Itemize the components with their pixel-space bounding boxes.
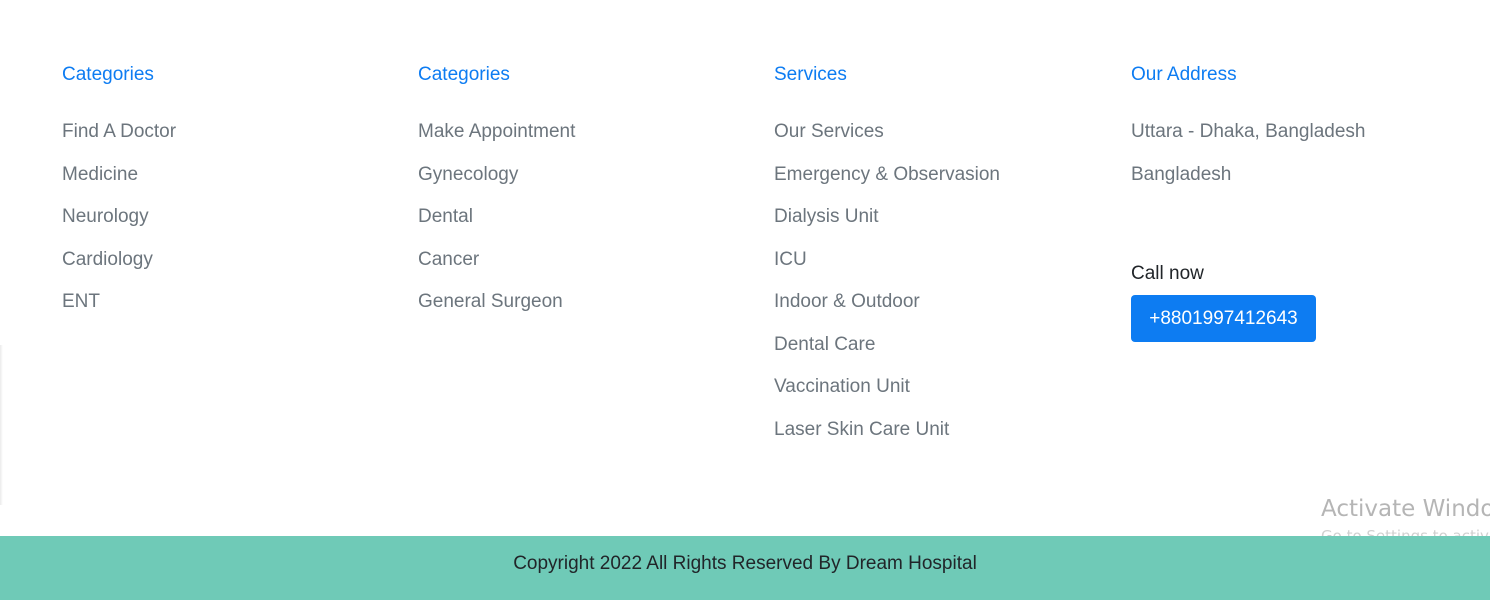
footer-link-find-a-doctor[interactable]: Find A Doctor	[62, 119, 176, 144]
footer-link-neurology[interactable]: Neurology	[62, 204, 176, 229]
copyright-text: Copyright 2022 All Rights Reserved By Dr…	[513, 553, 977, 574]
footer-link-laser-skin-care-unit[interactable]: Laser Skin Care Unit	[774, 417, 1000, 442]
footer-link-emergency-observation[interactable]: Emergency & Observasion	[774, 162, 1000, 187]
footer-link-make-appointment[interactable]: Make Appointment	[418, 119, 575, 144]
column-heading: Services	[774, 64, 847, 85]
left-edge-shadow	[0, 345, 3, 505]
footer-link-medicine[interactable]: Medicine	[62, 162, 176, 187]
footer-column-address: Our Address Uttara - Dhaka, Bangladesh B…	[1131, 62, 1365, 204]
footer-link-our-services[interactable]: Our Services	[774, 119, 1000, 144]
footer-links-section: Categories Find A Doctor Medicine Neurol…	[0, 0, 1490, 545]
footer-link-dental-care[interactable]: Dental Care	[774, 332, 1000, 357]
call-now-label: Call now	[1131, 263, 1204, 284]
call-phone-button[interactable]: +8801997412643	[1131, 295, 1316, 342]
column-heading: Our Address	[1131, 64, 1237, 85]
footer-link-cancer[interactable]: Cancer	[418, 247, 575, 272]
footer-link-cardiology[interactable]: Cardiology	[62, 247, 176, 272]
footer-column-categories-2: Categories Make Appointment Gynecology D…	[418, 62, 575, 332]
address-line: Bangladesh	[1131, 163, 1232, 185]
footer-column-services: Services Our Services Emergency & Observ…	[774, 62, 1000, 459]
footer-link-general-surgeon[interactable]: General Surgeon	[418, 289, 575, 314]
column-heading: Categories	[62, 64, 154, 85]
footer-link-dental[interactable]: Dental	[418, 204, 575, 229]
footer-link-ent[interactable]: ENT	[62, 289, 176, 314]
footer-column-categories-1: Categories Find A Doctor Medicine Neurol…	[62, 62, 176, 332]
address-line: Uttara - Dhaka, Bangladesh	[1131, 121, 1366, 142]
address-lines: Uttara - Dhaka, Bangladesh Bangladesh	[1131, 119, 1365, 187]
footer-link-indoor-outdoor[interactable]: Indoor & Outdoor	[774, 289, 1000, 314]
link-list: Find A Doctor Medicine Neurology Cardiol…	[62, 119, 176, 314]
watermark-title: Activate Windows	[1321, 496, 1490, 522]
link-list: Make Appointment Gynecology Dental Cance…	[418, 119, 575, 314]
footer-link-icu[interactable]: ICU	[774, 247, 1000, 272]
footer-link-vaccination-unit[interactable]: Vaccination Unit	[774, 374, 1000, 399]
footer-link-dialysis-unit[interactable]: Dialysis Unit	[774, 204, 1000, 229]
footer-link-gynecology[interactable]: Gynecology	[418, 162, 575, 187]
copyright-bar: Copyright 2022 All Rights Reserved By Dr…	[0, 536, 1490, 600]
column-heading: Categories	[418, 64, 510, 85]
link-list: Our Services Emergency & Observasion Dia…	[774, 119, 1000, 442]
